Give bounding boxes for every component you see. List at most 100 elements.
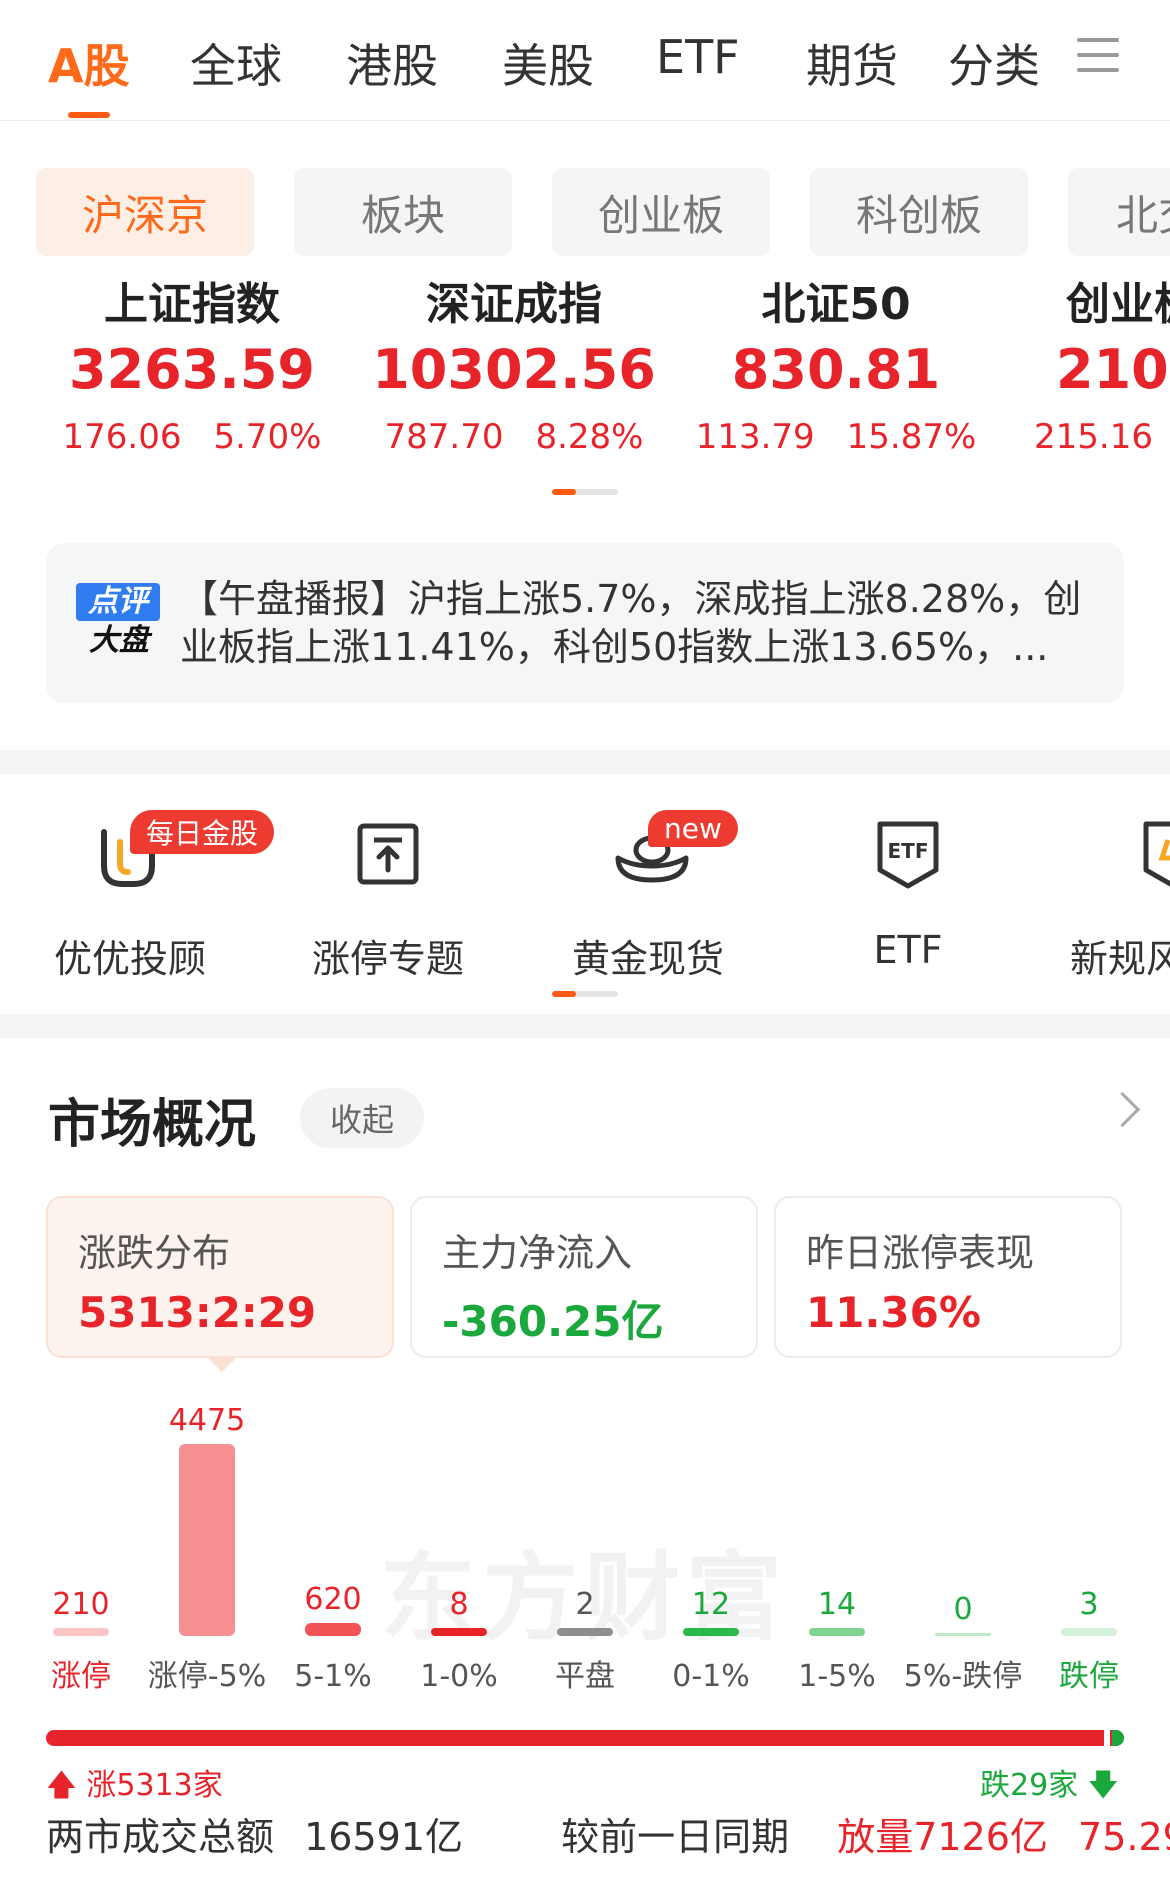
index-change-pct: 15.87% (846, 417, 977, 457)
tab-a-shares[interactable]: A股 (48, 30, 130, 96)
turnover-row: 两市成交总额 16591亿 较前一日同期 放量7126亿 75.29% (46, 1806, 1170, 1861)
subtab-star-market[interactable]: 科创板 (810, 168, 1028, 256)
etf-shield-icon: ETF (872, 818, 944, 890)
daily-pick-badge: 每日金股 (130, 810, 275, 854)
shortcut-limit-up-topic[interactable]: 涨停专题 (288, 818, 488, 983)
stat-value: 5313:2:29 (78, 1288, 317, 1337)
section-divider (0, 750, 1170, 774)
tab-futures[interactable]: 期货 (806, 30, 898, 96)
shortcut-label: ETF (873, 928, 943, 972)
shortcut-label: 黄金现货 (571, 937, 724, 981)
subtab-bse[interactable]: 北交 (1068, 168, 1170, 256)
bar-category-label: 跌停 (1059, 1659, 1119, 1694)
index-name: 上证指数 (104, 279, 280, 330)
new-rules-icon (1138, 818, 1170, 890)
bar-6 (809, 1628, 865, 1636)
collapse-button[interactable]: 收起 (300, 1088, 424, 1148)
bar-5 (683, 1628, 739, 1636)
stat-value: 11.36% (806, 1288, 981, 1337)
tab-us-stocks[interactable]: 美股 (502, 30, 594, 96)
bar-value-label: 8 (449, 1587, 468, 1622)
shortcut-gold-spot[interactable]: new 黄金现货 (548, 810, 748, 983)
index-change: 176.06 (62, 417, 182, 457)
index-name: 深证成指 (426, 279, 602, 330)
tab-global[interactable]: 全球 (190, 30, 282, 96)
bar-8 (1061, 1628, 1117, 1636)
stat-rise-fall-distribution[interactable]: 涨跌分布 5313:2:29 (46, 1196, 394, 1358)
shortcut-label: 新规风 (1070, 937, 1170, 981)
stat-label: 涨跌分布 (78, 1231, 231, 1275)
active-stat-pointer (206, 1356, 238, 1372)
rise-fall-ratio-bar (46, 1730, 1124, 1746)
shortcut-pager (552, 991, 618, 997)
new-badge: new (648, 810, 738, 847)
index-name: 北证50 (761, 279, 911, 330)
bar-category-label: 涨停 (51, 1659, 111, 1694)
limit-up-topic-icon (352, 818, 424, 890)
tab-hk-stocks[interactable]: 港股 (346, 30, 438, 96)
bar-value-label: 3 (1079, 1587, 1098, 1622)
index-value: 2100 (1056, 338, 1170, 401)
bar-category-label: 1-5% (798, 1659, 876, 1694)
stat-yesterday-limit-up[interactable]: 昨日涨停表现 11.36% (774, 1196, 1122, 1358)
commentary-logo: 点评 大盘 (76, 583, 162, 663)
index-value: 10302.56 (372, 338, 656, 401)
bar-4 (557, 1628, 613, 1636)
bar-2 (305, 1623, 361, 1636)
arrow-down-icon: 🡇 (1087, 1768, 1119, 1803)
svg-text:ETF: ETF (888, 839, 929, 863)
tab-categories[interactable]: 分类 (948, 30, 1040, 96)
compare-label: 较前一日同期 (561, 1815, 790, 1859)
index-change: 787.70 (384, 417, 504, 457)
index-change-pct: 5.70% (213, 417, 322, 457)
index-change: 215.16 (1034, 417, 1153, 457)
market-tab-bar: A股 全球 港股 美股 ETF 期货 分类 (0, 0, 1170, 121)
tab-etf[interactable]: ETF (656, 30, 740, 84)
compare-pct: 75.29% (1078, 1815, 1170, 1859)
chevron-right-icon[interactable] (1104, 1091, 1141, 1128)
stat-main-net-inflow[interactable]: 主力净流入 -360.25亿 (410, 1196, 758, 1358)
stat-label: 昨日涨停表现 (806, 1231, 1035, 1275)
market-commentary-banner[interactable]: 点评 大盘 【午盘播报】沪指上涨5.7%，深成指上涨8.28%，创业板指上涨11… (46, 543, 1124, 703)
stat-label: 主力净流入 (442, 1231, 633, 1275)
bar-category-label: 0-1% (672, 1659, 750, 1694)
bar-value-label: 620 (304, 1582, 361, 1617)
bar-category-label: 5%-跌停 (904, 1659, 1022, 1694)
bar-value-label: 12 (692, 1587, 730, 1622)
bar-value-label: 4475 (169, 1403, 245, 1438)
bar-1 (179, 1444, 235, 1636)
turnover-label: 两市成交总额 (46, 1815, 275, 1859)
index-card-szse[interactable]: 深证成指 10302.56 787.70 8.28% (354, 275, 674, 457)
turnover-value: 16591亿 (304, 1815, 463, 1859)
index-change: 113.79 (695, 417, 815, 457)
subtab-sectors[interactable]: 板块 (294, 168, 512, 256)
shortcut-new-rules[interactable]: 新规风 (1060, 818, 1170, 983)
bar-value-label: 210 (52, 1587, 109, 1622)
bar-7 (935, 1633, 991, 1636)
bar-3 (431, 1628, 487, 1636)
section-divider (0, 1014, 1170, 1038)
index-change-pct: 8.28% (535, 417, 644, 457)
ratio-fall-segment (1112, 1730, 1124, 1746)
index-name: 创业板指 (1066, 279, 1170, 330)
subtab-chinext[interactable]: 创业板 (552, 168, 770, 256)
bar-category-label: 平盘 (555, 1659, 615, 1694)
ratio-flat-segment (1104, 1730, 1110, 1746)
shortcut-etf[interactable]: ETF ETF (808, 818, 1008, 972)
bar-value-label: 2 (575, 1587, 594, 1622)
subtab-sh-sz-bj[interactable]: 沪深京 (36, 168, 254, 256)
rise-fall-distribution-chart: 210 涨停 4475 涨停-5% 620 5-1% 8 1-0% 2 平盘 12 0-1% 14 1-5… (51, 1403, 1119, 1694)
bar-category-label: 1-0% (420, 1659, 498, 1694)
index-value: 3263.59 (69, 338, 315, 401)
index-card-chinext[interactable]: 创业板指 2100 215.16 (1030, 275, 1170, 457)
index-card-bse50[interactable]: 北证50 830.81 113.79 15.87% (676, 275, 996, 457)
commentary-text: 【午盘播报】沪指上涨5.7%，深成指上涨8.28%，创业板指上涨11.41%，科… (180, 577, 1082, 669)
active-tab-indicator (68, 112, 110, 118)
bar-value-label: 0 (953, 1592, 972, 1627)
index-card-sse[interactable]: 上证指数 3263.59 176.06 5.70% (32, 275, 352, 457)
shortcut-youyou-advisor[interactable]: 每日金股 优优投顾 (30, 810, 275, 983)
menu-icon[interactable] (1077, 38, 1119, 74)
index-pager (552, 489, 618, 495)
stat-value: -360.25亿 (442, 1297, 664, 1346)
bar-category-label: 涨停-5% (148, 1659, 266, 1694)
